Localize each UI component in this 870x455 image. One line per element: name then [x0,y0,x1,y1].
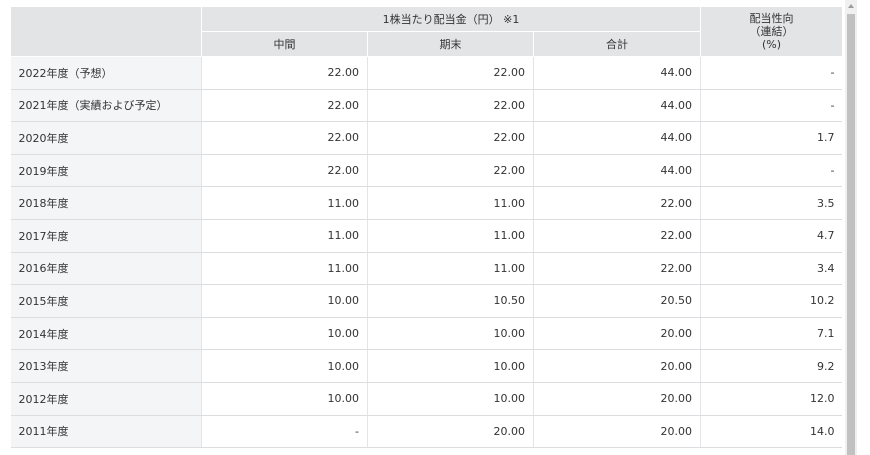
year-end-cell: 11.00 [367,186,534,220]
year-end-cell: 20.00 [367,415,534,449]
payout-ratio-cell: 9.2 [700,349,842,383]
total-cell: 20.00 [533,349,701,383]
total-header: 合計 [533,31,701,57]
year-cell: 2011年度 [10,415,202,449]
table-row: 2022年度（予想） 22.00 22.00 44.00- [10,56,842,90]
interim-cell: 22.00 [201,56,368,90]
total-cell: 20.00 [533,382,701,416]
year-cell: 2020年度 [10,121,202,155]
scrollbar-thumb[interactable] [847,14,855,455]
table-row: 2012年度 10.00 10.00 20.00 12.0 [10,382,842,416]
total-cell: 20.00 [533,317,701,351]
table-row: 2021年度（実績および予定） 22.00 22.00 44.00- [10,89,842,123]
year-cell: 2019年度 [10,154,202,188]
year-cell: 2015年度 [10,284,202,318]
dividend-table-container: 1株当たり配当金（円） ※1 配当性向 （連結） (%) 中間 期末 合計 20… [10,6,842,455]
total-cell: 44.00 [533,89,701,123]
payout-ratio-cell: - [700,154,842,188]
interim-header: 中間 [201,31,368,57]
interim-cell: 22.00 [201,89,368,123]
total-cell: 44.00 [533,154,701,188]
year-cell: 2021年度（実績および予定） [10,89,202,123]
year-cell: 2017年度 [10,219,202,253]
header-row-group: 1株当たり配当金（円） ※1 配当性向 （連結） (%) [10,6,842,57]
corner-header [10,6,202,57]
total-cell: 22.00 [533,219,701,253]
interim-cell: 22.00 [201,121,368,155]
payout-ratio-cell: 4.7 [700,219,842,253]
year-cell: 2013年度 [10,349,202,383]
year-end-cell: 10.50 [367,284,534,318]
interim-cell: - [201,415,368,449]
dividend-table: 1株当たり配当金（円） ※1 配当性向 （連結） (%) 中間 期末 合計 20… [10,6,842,449]
interim-cell: 11.00 [201,186,368,220]
payout-ratio-title: 配当性向 [749,12,794,25]
payout-ratio-cell: 14.0 [700,415,842,449]
year-cell: 2012年度 [10,382,202,416]
year-end-cell: 10.00 [367,382,534,416]
table-row: 2017年度 11.00 11.00 22.00 4.7 [10,219,842,253]
payout-ratio-cell: 10.2 [700,284,842,318]
interim-cell: 10.00 [201,284,368,318]
interim-cell: 22.00 [201,154,368,188]
table-row: 2018年度 11.00 11.00 22.00 3.5 [10,186,842,220]
chevron-up-icon[interactable] [845,0,857,12]
payout-ratio-header: 配当性向 （連結） (%) [700,6,842,57]
table-row: 2016年度 11.00 11.00 22.00 3.4 [10,252,842,286]
table-row: 2013年度 10.00 10.00 20.00 9.2 [10,349,842,383]
year-end-header: 期末 [367,31,534,57]
payout-ratio-cell: - [700,89,842,123]
table-row: 2019年度 22.00 22.00 44.00- [10,154,842,188]
year-cell: 2014年度 [10,317,202,351]
table-row: 2020年度 22.00 22.00 44.00 1.7 [10,121,842,155]
year-cell: 2022年度（予想） [10,56,202,90]
year-cell: 2016年度 [10,252,202,286]
year-end-cell: 10.00 [367,317,534,351]
interim-cell: 10.00 [201,317,368,351]
total-cell: 22.00 [533,252,701,286]
year-end-cell: 10.00 [367,349,534,383]
total-cell: 44.00 [533,56,701,90]
interim-cell: 10.00 [201,349,368,383]
year-end-cell: 22.00 [367,154,534,188]
total-cell: 44.00 [533,121,701,155]
year-end-cell: 22.00 [367,56,534,90]
table-row: 2014年度 10.00 10.00 20.00 7.1 [10,317,842,351]
payout-ratio-cell: 12.0 [700,382,842,416]
interim-cell: 11.00 [201,219,368,253]
table-row: 2015年度 10.00 10.50 20.50 10.2 [10,284,842,318]
year-end-cell: 22.00 [367,89,534,123]
total-cell: 20.50 [533,284,701,318]
year-cell: 2018年度 [10,186,202,220]
dividend-per-share-header: 1株当たり配当金（円） ※1 [201,6,701,32]
payout-ratio-scope: （連結） [749,25,794,38]
table-row: 2011年度 -20.00 20.00 14.0 [10,415,842,449]
payout-ratio-cell: 3.4 [700,252,842,286]
payout-ratio-cell: - [700,56,842,90]
payout-ratio-unit: (%) [761,38,782,51]
total-cell: 22.00 [533,186,701,220]
year-end-cell: 11.00 [367,219,534,253]
interim-cell: 11.00 [201,252,368,286]
year-end-cell: 22.00 [367,121,534,155]
payout-ratio-cell: 3.5 [700,186,842,220]
payout-ratio-cell: 1.7 [700,121,842,155]
year-end-cell: 11.00 [367,252,534,286]
interim-cell: 10.00 [201,382,368,416]
vertical-scrollbar[interactable] [845,0,857,455]
payout-ratio-cell: 7.1 [700,317,842,351]
total-cell: 20.00 [533,415,701,449]
